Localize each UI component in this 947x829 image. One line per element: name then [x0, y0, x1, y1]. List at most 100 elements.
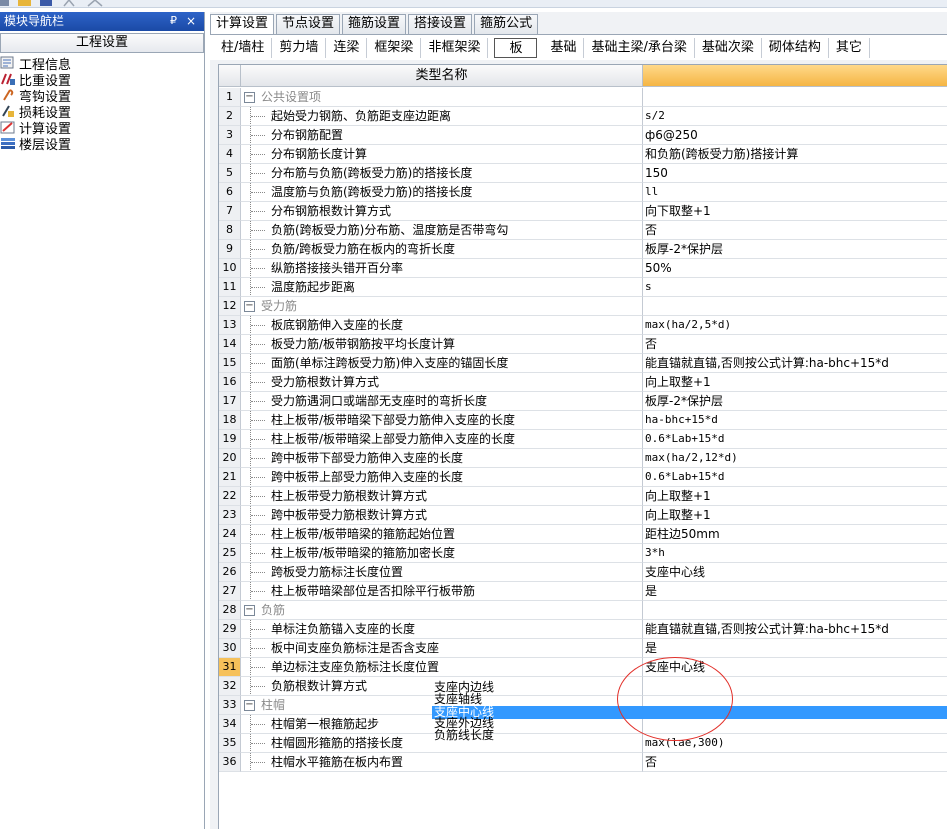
row-value[interactable]: 支座中心线	[643, 563, 947, 582]
row-name-cell[interactable]: 跨板受力筋标注长度位置	[241, 563, 643, 582]
row-value[interactable]: 150	[643, 164, 947, 183]
row-value[interactable]: 能直锚就直锚,否则按公式计算:ha-bhc+15*d	[643, 354, 947, 373]
table-row[interactable]: 4 分布钢筋长度计算 和负筋(跨板受力筋)搭接计算	[219, 145, 947, 164]
row-number[interactable]: 28	[219, 601, 241, 620]
row-number[interactable]: 11	[219, 278, 241, 297]
row-value[interactable]: 和负筋(跨板受力筋)搭接计算	[643, 145, 947, 164]
row-name-cell[interactable]: 单标注负筋锚入支座的长度	[241, 620, 643, 639]
table-row[interactable]: 6 温度筋与负筋(跨板受力筋)的搭接长度 ll	[219, 183, 947, 202]
row-number[interactable]: 13	[219, 316, 241, 335]
row-name-cell[interactable]: 板底钢筋伸入支座的长度	[241, 316, 643, 335]
table-row[interactable]: 7 分布钢筋根数计算方式 向下取整+1	[219, 202, 947, 221]
table-row[interactable]: 10 纵筋搭接接头错开百分率 50%	[219, 259, 947, 278]
row-number[interactable]: 5	[219, 164, 241, 183]
row-value[interactable]: 否	[643, 335, 947, 354]
row-name-cell[interactable]: 板受力筋/板带钢筋按平均长度计算	[241, 335, 643, 354]
subtab-3[interactable]: 连梁	[326, 37, 368, 58]
row-number[interactable]: 31	[219, 658, 241, 677]
row-number[interactable]: 33	[219, 696, 241, 715]
row-number[interactable]: 14	[219, 335, 241, 354]
row-name-cell[interactable]: 柱上板带暗梁部位是否扣除平行板带筋	[241, 582, 643, 601]
table-row[interactable]: 23 跨中板带受力筋根数计算方式 向上取整+1	[219, 506, 947, 525]
row-number[interactable]: 20	[219, 449, 241, 468]
subtab-8[interactable]: 基础主梁/承台梁	[584, 37, 695, 58]
row-number[interactable]: 1	[219, 88, 241, 107]
row-value[interactable]: 否	[643, 221, 947, 240]
toolbar-icon[interactable]	[0, 0, 10, 7]
table-row[interactable]: 31 单边标注支座负筋标注长度位置 支座中心线	[219, 658, 947, 677]
row-number[interactable]: 19	[219, 430, 241, 449]
row-number[interactable]: 6	[219, 183, 241, 202]
row-name-cell[interactable]: 分布筋与负筋(跨板受力筋)的搭接长度	[241, 164, 643, 183]
row-number[interactable]: 21	[219, 468, 241, 487]
row-number[interactable]: 18	[219, 411, 241, 430]
table-row[interactable]: 14 板受力筋/板带钢筋按平均长度计算 否	[219, 335, 947, 354]
subtab-11[interactable]: 其它	[829, 37, 870, 58]
row-value[interactable]: ф6@250	[643, 126, 947, 145]
row-name-cell[interactable]: 起始受力钢筋、负筋距支座边距离	[241, 107, 643, 126]
table-row[interactable]: 21 跨中板带上部受力筋伸入支座的长度 0.6*Lab+15*d	[219, 468, 947, 487]
subtab-9[interactable]: 基础次梁	[695, 37, 762, 58]
redo-icon[interactable]	[84, 0, 104, 7]
row-value[interactable]: 距柱边50mm	[643, 525, 947, 544]
row-number[interactable]: 30	[219, 639, 241, 658]
row-value[interactable]: 0.6*Lab+15*d	[643, 430, 947, 449]
table-row[interactable]: 2 起始受力钢筋、负筋距支座边距离 s/2	[219, 107, 947, 126]
table-row[interactable]: 30 板中间支座负筋标注是否含支座 是	[219, 639, 947, 658]
row-number[interactable]: 9	[219, 240, 241, 259]
table-row[interactable]: 18 柱上板带/板带暗梁下部受力筋伸入支座的长度 ha-bhc+15*d	[219, 411, 947, 430]
group-row[interactable]: 12− 受力筋	[219, 297, 947, 316]
row-value[interactable]: 支座中心线	[643, 658, 947, 677]
row-value[interactable]: ll	[643, 183, 947, 202]
row-number[interactable]: 25	[219, 544, 241, 563]
row-value[interactable]: 50%	[643, 259, 947, 278]
row-name-cell[interactable]: 受力筋遇洞口或端部无支座时的弯折长度	[241, 392, 643, 411]
row-name-cell[interactable]: 跨中板带受力筋根数计算方式	[241, 506, 643, 525]
save-icon[interactable]	[40, 0, 54, 7]
group-row[interactable]: 28− 负筋	[219, 601, 947, 620]
row-number[interactable]: 4	[219, 145, 241, 164]
row-value[interactable]	[643, 601, 947, 620]
table-row[interactable]: 9 负筋/跨板受力筋在板内的弯折长度 板厚-2*保护层	[219, 240, 947, 259]
open-folder-icon[interactable]	[18, 0, 32, 7]
table-row[interactable]: 13 板底钢筋伸入支座的长度 max(ha/2,5*d)	[219, 316, 947, 335]
row-value[interactable]: ha-bhc+15*d	[643, 411, 947, 430]
navigator-section-header[interactable]: 工程设置	[0, 33, 204, 53]
undo-icon[interactable]	[62, 0, 76, 7]
row-name-cell[interactable]: 板中间支座负筋标注是否含支座	[241, 639, 643, 658]
row-value[interactable]: 是	[643, 582, 947, 601]
grid-corner[interactable]	[219, 65, 241, 87]
table-row[interactable]: 17 受力筋遇洞口或端部无支座时的弯折长度 板厚-2*保护层	[219, 392, 947, 411]
row-number[interactable]: 22	[219, 487, 241, 506]
row-number[interactable]: 36	[219, 753, 241, 772]
row-number[interactable]: 34	[219, 715, 241, 734]
subtab-4[interactable]: 框架梁	[367, 37, 422, 58]
row-value[interactable]: s	[643, 278, 947, 297]
row-value[interactable]	[643, 297, 947, 316]
row-value[interactable]: 板厚-2*保护层	[643, 392, 947, 411]
table-row[interactable]: 24 柱上板带/板带暗梁的箍筋起始位置 距柱边50mm	[219, 525, 947, 544]
table-row[interactable]: 3 分布钢筋配置 ф6@250	[219, 126, 947, 145]
row-name-cell[interactable]: − 受力筋	[241, 297, 643, 316]
subtab-5[interactable]: 非框架梁	[421, 37, 489, 58]
row-name-cell[interactable]: 分布钢筋长度计算	[241, 145, 643, 164]
row-name-cell[interactable]: 温度筋起步距离	[241, 278, 643, 297]
group-row[interactable]: 1− 公共设置项	[219, 88, 947, 107]
subtab-1[interactable]: 柱/墙柱	[214, 37, 273, 58]
row-value[interactable]: 能直锚就直锚,否则按公式计算:ha-bhc+15*d	[643, 620, 947, 639]
row-value[interactable]: 向上取整+1	[643, 506, 947, 525]
row-value[interactable]	[643, 88, 947, 107]
row-number[interactable]: 2	[219, 107, 241, 126]
table-row[interactable]: 19 柱上板带/板带暗梁上部受力筋伸入支座的长度 0.6*Lab+15*d	[219, 430, 947, 449]
row-value[interactable]: max(ha/2,5*d)	[643, 316, 947, 335]
row-value[interactable]: 3*h	[643, 544, 947, 563]
dropdown-option-2[interactable]: 支座轴线	[432, 693, 947, 706]
row-name-cell[interactable]: 柱帽水平箍筋在板内布置	[241, 753, 643, 772]
table-row[interactable]: 26 跨板受力筋标注长度位置 支座中心线	[219, 563, 947, 582]
table-row[interactable]: 15 面筋(单标注跨板受力筋)伸入支座的锚固长度 能直锚就直锚,否则按公式计算:ha…	[219, 354, 947, 373]
table-row[interactable]: 25 柱上板带/板带暗梁的箍筋加密长度 3*h	[219, 544, 947, 563]
nav-item-6[interactable]: 楼层设置	[0, 135, 204, 153]
pin-icon[interactable]: ₽	[170, 14, 182, 28]
row-name-cell[interactable]: 受力筋根数计算方式	[241, 373, 643, 392]
collapse-toggle-icon[interactable]: −	[244, 92, 255, 103]
